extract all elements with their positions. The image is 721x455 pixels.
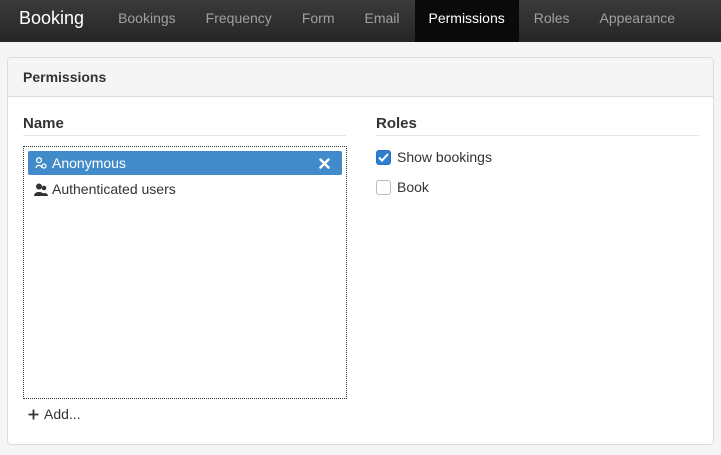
- remove-icon[interactable]: [316, 155, 332, 171]
- users-icon: [30, 183, 52, 196]
- book-label: Book: [397, 179, 429, 195]
- tab-frequency[interactable]: Frequency: [191, 0, 287, 42]
- top-navbar: Booking Bookings Frequency Form Email Pe…: [0, 0, 721, 42]
- name-column-title: Name: [23, 115, 346, 136]
- tab-bookings[interactable]: Bookings: [103, 0, 191, 42]
- plus-icon: [28, 407, 39, 421]
- tab-email[interactable]: Email: [349, 0, 414, 42]
- brand-title[interactable]: Booking: [0, 0, 103, 42]
- add-button[interactable]: Add...: [28, 406, 81, 422]
- name-listbox[interactable]: Anonymous Authenticated users: [23, 146, 347, 399]
- panel-title: Permissions: [8, 58, 713, 97]
- tab-appearance[interactable]: Appearance: [585, 0, 691, 42]
- role-book[interactable]: Book: [376, 179, 429, 195]
- list-item-label: Anonymous: [52, 155, 126, 171]
- tab-permissions[interactable]: Permissions: [414, 0, 519, 42]
- list-item-authenticated-users[interactable]: Authenticated users: [28, 177, 342, 201]
- tab-form[interactable]: Form: [287, 0, 350, 42]
- show-bookings-label: Show bookings: [397, 149, 492, 165]
- show-bookings-checkbox[interactable]: [376, 149, 391, 165]
- tab-roles[interactable]: Roles: [519, 0, 585, 42]
- book-checkbox[interactable]: [376, 179, 391, 195]
- add-label: Add...: [44, 406, 81, 422]
- role-show-bookings[interactable]: Show bookings: [376, 149, 492, 165]
- roles-column-title: Roles: [376, 115, 699, 136]
- list-item-label: Authenticated users: [52, 181, 176, 197]
- permissions-panel: Permissions Name Roles Anonymous Authent…: [7, 57, 714, 445]
- anonymous-user-icon: [30, 157, 52, 169]
- list-item-anonymous[interactable]: Anonymous: [28, 151, 342, 175]
